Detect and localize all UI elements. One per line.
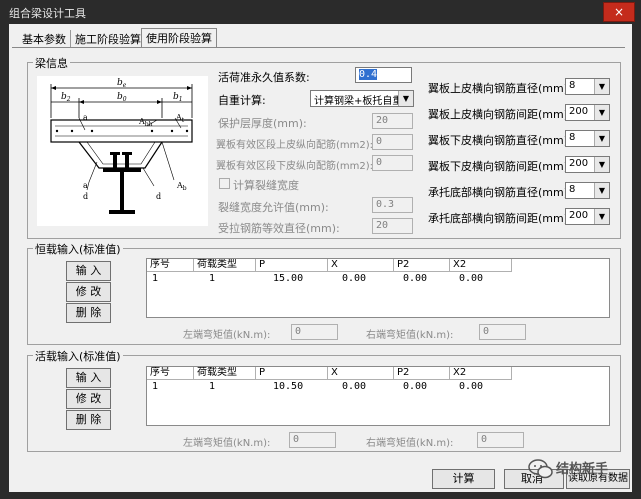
- dead-load-edit-button[interactable]: 修 改: [66, 282, 111, 302]
- window-border-left: [0, 24, 9, 499]
- self-weight-select[interactable]: 计算钢梁+板托自重 ▼: [310, 90, 414, 107]
- table-cell: 0.00: [459, 381, 484, 392]
- dead-right-moment-label: 右端弯矩值(kN.m):: [366, 330, 454, 341]
- window-border-bottom: [0, 492, 641, 499]
- crack-calc-label: 计算裂缝宽度: [233, 179, 299, 192]
- table-cell: 0.00: [459, 273, 484, 284]
- column-header: 荷载类型: [194, 367, 256, 380]
- title-bar: 组合梁设计工具 ×: [0, 0, 641, 24]
- chevron-down-icon: ▼: [594, 209, 609, 224]
- table-cell: 0.00: [342, 381, 367, 392]
- label-a-top: a: [83, 113, 88, 122]
- flange-top-dia-label: 翼板上皮横向钢筋直径(mm):: [428, 82, 572, 95]
- live-factor-label: 活荷准永久值系数:: [218, 71, 310, 84]
- label-a-left: a: [83, 181, 88, 190]
- flange-top-spacing-select[interactable]: 200 ▼: [565, 104, 610, 121]
- watermark: 结构新手: [528, 456, 628, 486]
- live-right-moment-label: 右端弯矩值(kN.m):: [366, 438, 454, 449]
- dead-load-table[interactable]: 序号 荷载类型 P X P2 X2 1 1 15.00 0.00 0.00 0.…: [146, 258, 610, 318]
- live-factor-input[interactable]: 0.4: [355, 67, 412, 83]
- live-load-edit-button[interactable]: 修 改: [66, 389, 111, 409]
- dead-left-moment-label: 左端弯矩值(kN.m):: [183, 330, 271, 341]
- column-header: X2: [450, 367, 512, 380]
- window-title: 组合梁设计工具: [9, 7, 86, 20]
- dialog-window: 组合梁设计工具 × 基本参数 施工阶段验算 使用阶段验算 梁信息 be b2 b…: [0, 0, 641, 499]
- column-header: 序号: [147, 259, 194, 272]
- column-header: P2: [394, 259, 450, 272]
- flange-bottom-spacing-label: 翼板下皮横向钢筋间距(mm):: [428, 160, 572, 173]
- beam-section-diagram: be b2 b0 b1 a Abh At Ab a d d: [37, 76, 208, 226]
- table-cell: 1: [209, 273, 216, 284]
- dead-load-add-button[interactable]: 输 入: [66, 261, 111, 281]
- flange-bottom-spacing-select[interactable]: 200 ▼: [565, 156, 610, 173]
- live-load-delete-button[interactable]: 删 除: [66, 410, 111, 430]
- rebar-diameter-input[interactable]: 20: [372, 218, 413, 234]
- haunch-bottom-dia-select[interactable]: 8 ▼: [565, 182, 610, 199]
- crack-limit-label: 裂缝宽度允许值(mm):: [218, 201, 329, 214]
- window-border-right: [632, 24, 641, 499]
- column-header: P: [256, 367, 328, 380]
- haunch-bottom-spacing-select[interactable]: 200 ▼: [565, 208, 610, 225]
- haunch-bottom-dia-label: 承托底部横向钢筋直径(mm):: [428, 186, 572, 199]
- flange-bottom-dia-label: 翼板下皮横向钢筋直径(mm):: [428, 134, 572, 147]
- table-cell: 0.00: [403, 273, 428, 284]
- crack-calc-checkbox[interactable]: [219, 178, 230, 189]
- label-d-left: d: [83, 192, 88, 201]
- table-cell: 1: [209, 381, 216, 392]
- column-header: X: [328, 367, 394, 380]
- flange-top-dia-select[interactable]: 8 ▼: [565, 78, 610, 95]
- chevron-down-icon: ▼: [594, 105, 609, 120]
- chevron-down-icon: ▼: [594, 183, 609, 198]
- table-cell: 0.00: [403, 381, 428, 392]
- cover-label: 保护层厚度(mm):: [218, 117, 307, 130]
- bottom-rebar-label: 翼板有效区段下皮纵向配筋(mm2):: [216, 161, 374, 172]
- table-cell: 10.50: [273, 381, 304, 392]
- table-cell: 15.00: [273, 273, 304, 284]
- chevron-down-icon: ▼: [594, 79, 609, 94]
- table-cell: 1: [152, 381, 159, 392]
- live-left-moment-input[interactable]: 0: [289, 432, 336, 448]
- live-load-title: 活载输入(标准值): [33, 348, 123, 364]
- dead-left-moment-input[interactable]: 0: [291, 324, 338, 340]
- top-rebar-label: 翼板有效区段上皮纵向配筋(mm2):: [216, 140, 374, 151]
- flange-top-spacing-label: 翼板上皮横向钢筋间距(mm):: [428, 108, 572, 121]
- tab-service-check[interactable]: 使用阶段验算: [141, 28, 217, 48]
- wechat-icon: [528, 459, 553, 479]
- label-d-right: d: [156, 192, 161, 201]
- rebar-diameter-label: 受拉钢筋等效直径(mm):: [218, 222, 340, 235]
- column-header: X: [328, 259, 394, 272]
- crack-limit-input[interactable]: 0.3: [372, 197, 413, 213]
- column-header: 序号: [147, 367, 194, 380]
- haunch-bottom-spacing-label: 承托底部横向钢筋间距(mm):: [428, 212, 572, 225]
- column-header: P: [256, 259, 328, 272]
- cover-input[interactable]: 20: [372, 113, 413, 129]
- table-cell: 1: [152, 273, 159, 284]
- tab-basic-params[interactable]: 基本参数: [18, 30, 70, 47]
- dead-right-moment-input[interactable]: 0: [479, 324, 526, 340]
- live-right-moment-input[interactable]: 0: [477, 432, 524, 448]
- chevron-down-icon: ▼: [594, 131, 609, 146]
- self-weight-label: 自重计算:: [218, 94, 266, 107]
- column-header: X2: [450, 259, 512, 272]
- tab-construction-check[interactable]: 施工阶段验算: [70, 30, 145, 47]
- dead-load-title: 恒载输入(标准值): [33, 241, 123, 257]
- flange-bottom-dia-select[interactable]: 8 ▼: [565, 130, 610, 147]
- chevron-down-icon: ▼: [398, 91, 413, 106]
- calc-button[interactable]: 计算: [432, 469, 495, 489]
- beam-info-title: 梁信息: [33, 55, 70, 71]
- live-load-add-button[interactable]: 输 入: [66, 368, 111, 388]
- table-cell: 0.00: [342, 273, 367, 284]
- live-left-moment-label: 左端弯矩值(kN.m):: [183, 438, 271, 449]
- bottom-rebar-input[interactable]: 0: [372, 155, 413, 171]
- dead-load-delete-button[interactable]: 删 除: [66, 303, 111, 323]
- watermark-text: 结构新手: [556, 462, 609, 477]
- column-header: 荷载类型: [194, 259, 256, 272]
- tab-divider: [12, 47, 625, 48]
- live-load-table[interactable]: 序号 荷载类型 P X P2 X2 1 1 10.50 0.00 0.00 0.…: [146, 366, 610, 426]
- close-button[interactable]: ×: [603, 2, 635, 22]
- top-rebar-input[interactable]: 0: [372, 134, 413, 150]
- column-header: P2: [394, 367, 450, 380]
- chevron-down-icon: ▼: [594, 157, 609, 172]
